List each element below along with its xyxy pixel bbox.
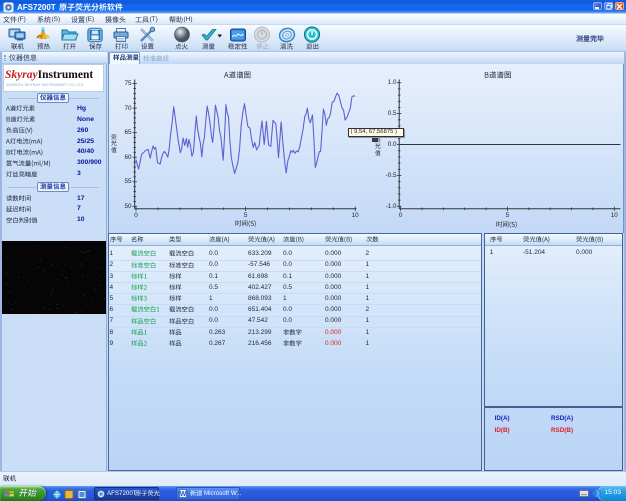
svg-text:W: W xyxy=(180,491,187,498)
